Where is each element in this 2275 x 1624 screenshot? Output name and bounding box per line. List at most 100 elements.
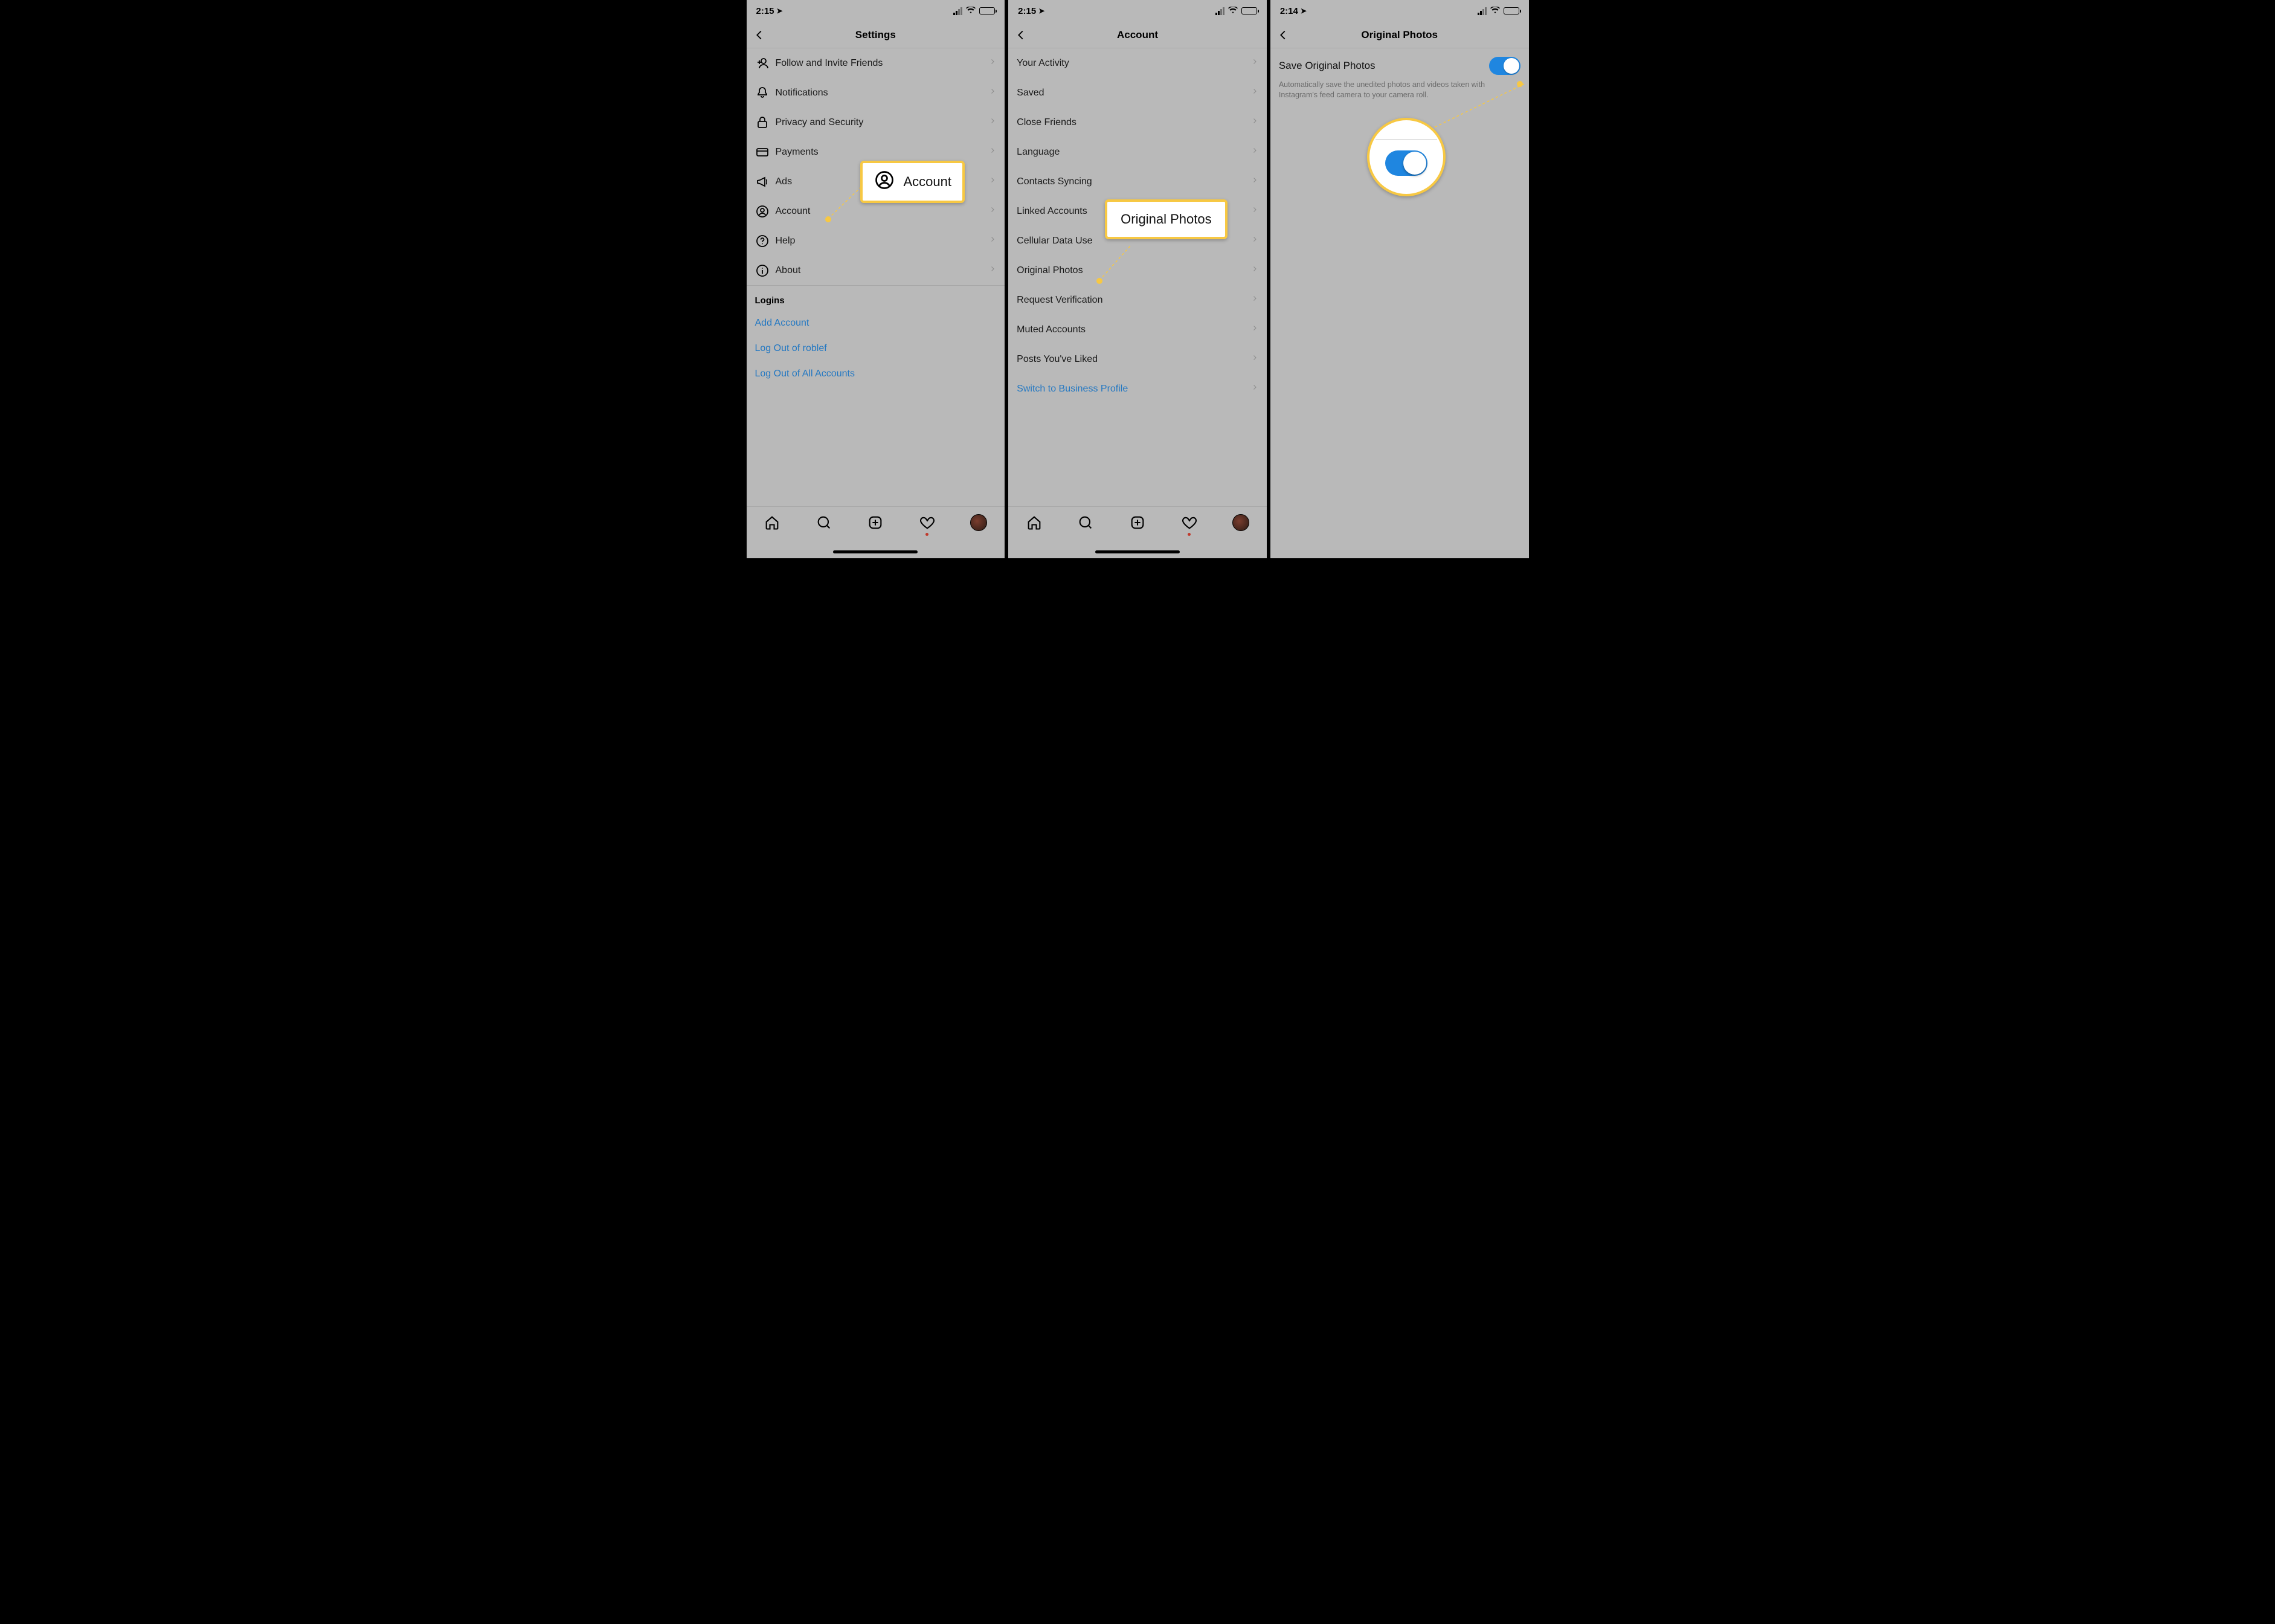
row-label: Saved [1017,88,1044,98]
location-icon: ➤ [1038,7,1044,15]
chevron-right-icon [989,86,996,100]
settings-row-lock[interactable]: Privacy and Security [747,108,1005,137]
callout-account: Account [860,161,965,203]
user-circle-icon [874,169,895,195]
callout-original-photos: Original Photos [1105,199,1227,239]
chevron-right-icon [989,115,996,130]
lock-icon [755,115,776,130]
chevron-right-icon [989,56,996,71]
plus-icon [867,514,884,531]
logins-header: Logins [747,286,1005,311]
account-row[interactable]: Muted Accounts [1008,315,1267,344]
account-row[interactable]: Request Verification [1008,285,1267,315]
home-icon [764,514,780,531]
settings-row-bell[interactable]: Notifications [747,78,1005,108]
row-label: Muted Accounts [1017,324,1086,335]
battery-icon [1504,7,1519,14]
row-label: Your Activity [1017,58,1069,69]
user-plus-icon [755,56,776,71]
callout-marker [825,216,831,222]
screen-settings: 2:15 ➤ Settings Follow and Invite Friend… [747,0,1005,558]
row-label: Request Verification [1017,295,1102,306]
chevron-right-icon [1251,263,1258,278]
home-indicator [1095,550,1180,553]
status-time: 2:15 [1018,6,1036,16]
tab-bar [1008,506,1267,558]
chevron-right-icon [1251,86,1258,100]
status-time: 2:14 [1280,6,1298,16]
login-link[interactable]: Log Out of All Accounts [747,361,1005,387]
chevron-right-icon [1251,204,1258,219]
row-label: Close Friends [1017,117,1076,128]
home-icon [1026,514,1043,531]
wifi-icon [1228,6,1238,16]
back-button[interactable] [1014,22,1028,48]
settings-row-help[interactable]: Help [747,226,1005,256]
chevron-right-icon [989,263,996,278]
chevron-right-icon [1251,175,1258,189]
heart-icon [919,514,936,531]
toggle-label: Save Original Photos [1279,60,1376,72]
row-label: Contacts Syncing [1017,176,1092,187]
tab-profile[interactable] [1226,514,1255,531]
avatar [1232,514,1249,531]
row-label: Payments [776,147,819,158]
callout-label: Account [904,174,952,190]
chevron-right-icon [989,204,996,219]
row-label: Notifications [776,88,828,98]
search-icon [816,514,832,531]
notification-dot [925,533,928,536]
chevron-right-icon [1251,234,1258,248]
tab-bar [747,506,1005,558]
page-title: Account [1117,29,1158,41]
row-label: Help [776,236,796,246]
back-button[interactable] [1276,22,1290,48]
settings-row-user-plus[interactable]: Follow and Invite Friends [747,48,1005,78]
settings-row-info[interactable]: About [747,256,1005,285]
tab-search[interactable] [809,514,838,531]
search-icon [1077,514,1094,531]
tab-home[interactable] [1020,514,1049,531]
signal-icon [1478,7,1487,15]
chevron-right-icon [1251,293,1258,308]
tab-activity[interactable] [1175,514,1204,531]
plus-icon [1129,514,1146,531]
row-label: Language [1017,147,1060,158]
chevron-right-icon [1251,323,1258,337]
chevron-right-icon [1251,352,1258,367]
back-button[interactable] [753,22,766,48]
card-icon [755,145,776,160]
row-label: About [776,265,801,276]
row-label: Cellular Data Use [1017,236,1092,246]
row-label: Switch to Business Profile [1017,384,1128,395]
tab-home[interactable] [758,514,787,531]
login-link[interactable]: Log Out of roblef [747,336,1005,361]
callout-label: Original Photos [1121,211,1211,227]
account-row[interactable]: Original Photos [1008,256,1267,285]
user-circle-icon [755,204,776,219]
tab-new-post[interactable] [1123,514,1152,531]
status-bar: 2:15 ➤ [747,0,1005,22]
toggle-save-original[interactable] [1489,57,1520,75]
account-row[interactable]: Language [1008,137,1267,167]
tab-profile[interactable] [964,514,993,531]
wifi-icon [1490,6,1500,16]
account-row[interactable]: Saved [1008,78,1267,108]
row-label: Follow and Invite Friends [776,58,883,69]
tab-activity[interactable] [913,514,942,531]
account-row[interactable]: Your Activity [1008,48,1267,78]
battery-icon [1241,7,1257,14]
account-row[interactable]: Posts You've Liked [1008,344,1267,374]
account-row[interactable]: Contacts Syncing [1008,167,1267,196]
row-label: Privacy and Security [776,117,864,128]
account-row[interactable]: Close Friends [1008,108,1267,137]
heart-icon [1181,514,1198,531]
megaphone-icon [755,175,776,189]
tab-new-post[interactable] [861,514,890,531]
row-switch-business[interactable]: Switch to Business Profile [1008,374,1267,404]
tab-search[interactable] [1071,514,1100,531]
nav-header: Settings [747,22,1005,48]
signal-icon [1215,7,1224,15]
login-link[interactable]: Add Account [747,311,1005,336]
nav-header: Original Photos [1270,22,1529,48]
